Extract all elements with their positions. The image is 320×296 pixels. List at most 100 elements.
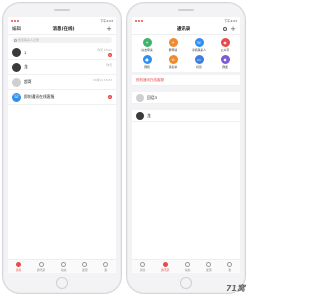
grid-label: 好友申请	[141, 48, 153, 52]
grid-official-accounts[interactable]: ◉ 公众号	[212, 38, 238, 52]
tab-label: 动态	[184, 267, 191, 272]
tab-me[interactable]: 我	[103, 261, 109, 272]
unread-badge: 1	[108, 53, 112, 57]
contacts-header: 通讯录 +	[132, 24, 240, 35]
unread-badge: 1	[108, 95, 112, 99]
grid-label: 群申请	[168, 48, 178, 52]
moments-icon	[61, 261, 67, 267]
message-row[interactable]: 龙 昨天	[8, 60, 116, 75]
tab-messages[interactable]: 消息	[15, 261, 22, 272]
tab-label: 通讯录	[36, 267, 46, 272]
home-button[interactable]	[56, 277, 68, 289]
service-row[interactable]: 即刻通讯在线客服	[132, 75, 240, 86]
edit-button[interactable]: 编辑	[12, 26, 21, 32]
message-name: 龙	[24, 64, 28, 69]
contacts-screen: 下午4:03 通讯录 + + 好友申请 + 群申请 ☏ 手机联系人 ◉ 公众号 ● 群组 …	[132, 17, 240, 273]
grid-label: 手机联系人	[192, 48, 206, 52]
person-icon	[227, 261, 233, 267]
status-time: 下午4:03	[224, 18, 237, 23]
grid-label: 标签	[196, 65, 202, 69]
status-time: 下午4:03	[100, 18, 113, 23]
compass-icon	[206, 261, 212, 267]
message-row[interactable]: 超哥 09月01 15:03	[8, 75, 116, 90]
status-dot	[14, 19, 16, 22]
add-icon[interactable]: +	[106, 25, 112, 33]
status-dots	[135, 19, 143, 22]
home-button[interactable]	[180, 277, 192, 289]
tab-moments[interactable]: 动态	[60, 261, 67, 272]
tab-discover[interactable]: 发现	[82, 261, 88, 272]
contacts-icon	[38, 261, 44, 267]
tab-label: 消息	[15, 267, 22, 272]
speaker	[54, 9, 70, 11]
tab-contacts[interactable]: 通讯录	[160, 261, 170, 272]
contacts-icon	[162, 261, 168, 267]
message-row[interactable]: ☏ 即刻通讯在线客服 1	[8, 90, 116, 105]
grid-broadcast[interactable]: ◆ 群发	[212, 55, 238, 69]
grid-friend-requests[interactable]: + 好友申请	[134, 38, 160, 52]
contact-name: 回话3	[147, 94, 158, 100]
status-dot	[17, 19, 19, 22]
block-icon: ⊘	[168, 55, 178, 64]
watermark-logo: 71窝	[225, 284, 245, 293]
tab-contacts[interactable]: 通讯录	[36, 261, 46, 272]
group-add-icon: +	[168, 38, 178, 47]
message-time: 昨天 15:02	[97, 48, 112, 52]
tab-label: 消息	[139, 267, 146, 272]
grid-groups[interactable]: ● 群组	[134, 55, 160, 69]
status-dot	[11, 19, 13, 22]
phone-icon: ☏	[194, 38, 204, 47]
chat-icon	[140, 261, 146, 267]
avatar	[136, 93, 144, 102]
message-row[interactable]: 1 昨天 15:02 1	[8, 45, 116, 60]
search-icon	[14, 38, 17, 42]
tab-bar: 消息 通讯录 动态 发现 我	[8, 259, 116, 273]
grid-label: 黑名单	[168, 65, 178, 69]
search-icon[interactable]	[223, 27, 228, 31]
person-add-icon: +	[142, 38, 152, 47]
avatar	[12, 77, 21, 87]
status-bar: 下午4:03	[132, 17, 240, 24]
search-input[interactable]: 搜索联系人记录	[12, 37, 112, 43]
tab-bar: 消息 通讯录 动态 发现 我	[132, 259, 240, 273]
grid-blacklist[interactable]: ⊘ 黑名单	[160, 55, 186, 69]
speaker	[178, 9, 194, 11]
message-name: 即刻通讯在线客服	[24, 94, 55, 99]
grid-label: 群发	[222, 65, 228, 69]
status-dot	[141, 19, 143, 22]
grid-phone-contacts[interactable]: ☏ 手机联系人	[186, 38, 212, 52]
phone-messages: 下午4:03 编辑 消息(在线) + 搜索联系人记录 1 昨天 15:02 1 …	[2, 2, 122, 294]
broadcast-icon: ◆	[220, 55, 230, 64]
compass-icon	[82, 261, 88, 267]
contact-name: 龙	[147, 112, 151, 118]
avatar	[12, 62, 21, 72]
phone-contacts: 下午4:03 通讯录 + + 好友申请 + 群申请 ☏ 手机联系人 ◉ 公众号 ● 群组 …	[126, 2, 246, 294]
status-dot	[135, 19, 137, 22]
grid-tags[interactable]: ▭ 标签	[186, 55, 212, 69]
avatar	[12, 47, 21, 57]
tab-label: 动态	[60, 267, 67, 272]
tab-label: 通讯录	[160, 267, 170, 272]
grid-label: 群组	[144, 65, 150, 69]
header-actions: +	[223, 25, 236, 33]
tag-icon: ▭	[194, 55, 204, 64]
add-icon[interactable]: +	[230, 25, 236, 33]
chat-icon	[16, 261, 22, 267]
tab-label: 发现	[206, 267, 212, 272]
messages-screen: 下午4:03 编辑 消息(在线) + 搜索联系人记录 1 昨天 15:02 1 …	[8, 17, 116, 273]
tab-label: 发现	[82, 267, 88, 272]
service-label: 即刻通讯在线客服	[136, 77, 164, 82]
tab-messages[interactable]: 消息	[139, 261, 146, 272]
group-icon: ●	[142, 55, 152, 64]
page-title: 消息(在线)	[52, 27, 75, 32]
status-dots	[11, 19, 19, 22]
moments-icon	[185, 261, 191, 267]
avatar	[136, 111, 144, 120]
person-icon	[103, 261, 109, 267]
tab-moments[interactable]: 动态	[184, 261, 191, 272]
tab-me[interactable]: 我	[227, 261, 233, 272]
contact-row[interactable]: 回话3	[132, 92, 240, 104]
tab-discover[interactable]: 发现	[206, 261, 212, 272]
grid-group-requests[interactable]: + 群申请	[160, 38, 186, 52]
contact-row[interactable]: 龙	[132, 110, 240, 122]
